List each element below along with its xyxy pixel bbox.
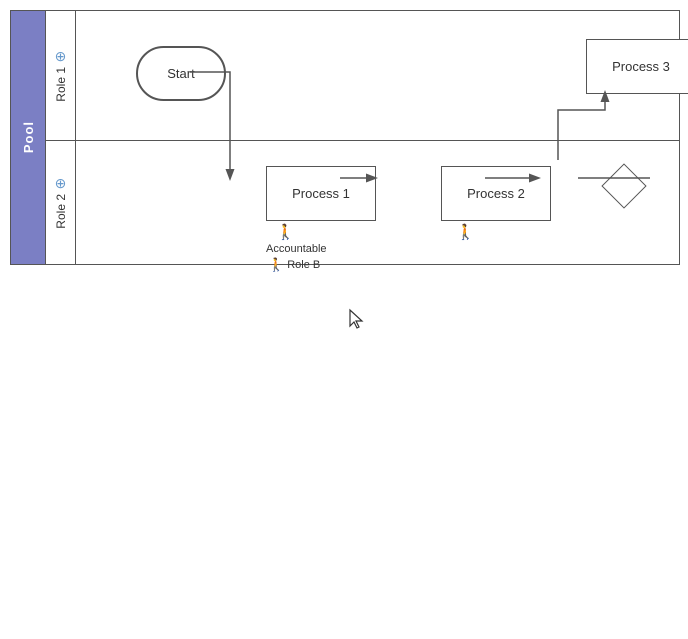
cursor xyxy=(348,308,368,335)
lane1-content: Start Process 3 xyxy=(76,11,679,140)
process2-label: Process 2 xyxy=(467,186,525,201)
accountable-label: Accountable xyxy=(266,243,327,255)
lane2-header: ⊕ Role 2 xyxy=(46,141,76,264)
lane-role1: ⊕ Role 1 Start Process 3 xyxy=(46,11,679,141)
pool-title: Pool xyxy=(21,121,36,153)
lane1-add-icon[interactable]: ⊕ xyxy=(55,49,67,63)
start-event[interactable]: Start xyxy=(136,46,226,101)
lane1-header: ⊕ Role 1 xyxy=(46,11,76,140)
pool: Pool ⊕ Role 1 Start Process 3 xyxy=(10,10,680,265)
lane2-content: Process 1 🚶 Process 2 🚶 xyxy=(76,141,679,264)
roleb-label: 🚶 Role B xyxy=(268,257,320,273)
process1-box[interactable]: Process 1 xyxy=(266,166,376,221)
pool-label-bar: Pool xyxy=(11,11,46,264)
canvas: Pool ⊕ Role 1 Start Process 3 xyxy=(0,0,688,639)
lane2-label: Role 2 xyxy=(54,194,68,229)
lane-role2: ⊕ Role 2 Process 1 🚶 Process 2 xyxy=(46,141,679,264)
lanes-container: ⊕ Role 1 Start Process 3 ⊕ xyxy=(46,11,679,264)
person-icon-process1: 🚶 xyxy=(276,223,295,241)
start-label: Start xyxy=(167,66,194,81)
gateway-shape[interactable] xyxy=(604,166,644,206)
process3-label: Process 3 xyxy=(612,59,670,74)
process1-label: Process 1 xyxy=(292,186,350,201)
person-icon-process2: 🚶 xyxy=(456,223,475,241)
process3-box[interactable]: Process 3 xyxy=(586,39,688,94)
lane2-add-icon[interactable]: ⊕ xyxy=(55,176,67,190)
lane1-label: Role 1 xyxy=(54,67,68,102)
process2-box[interactable]: Process 2 xyxy=(441,166,551,221)
